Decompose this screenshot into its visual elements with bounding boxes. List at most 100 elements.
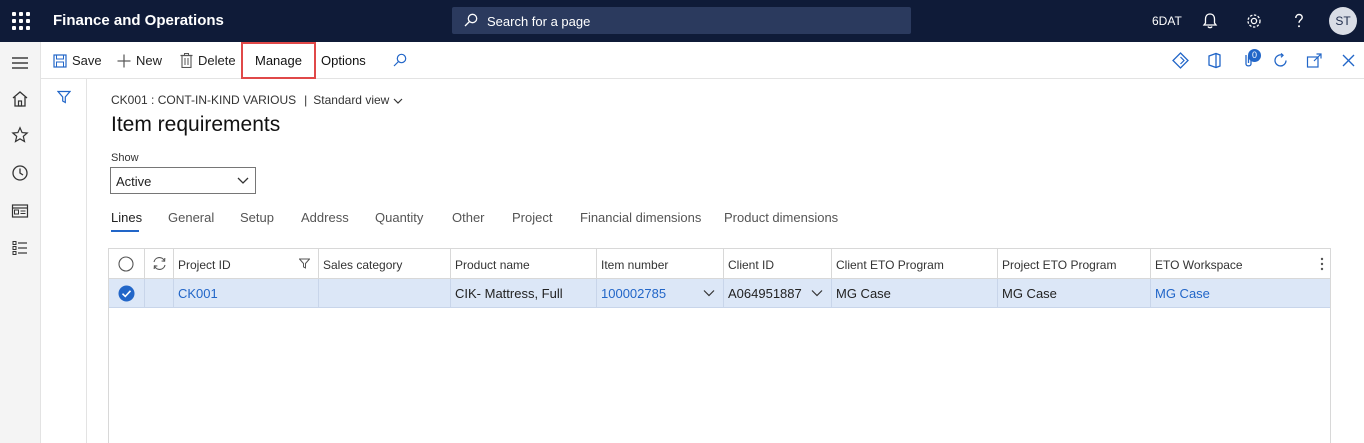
- column-filter-icon[interactable]: [299, 258, 310, 269]
- sync-icon[interactable]: [152, 256, 167, 271]
- home-icon[interactable]: [11, 90, 29, 108]
- column-label: Client ETO Program: [836, 258, 944, 272]
- action-pane: Save New Delete Manage Options: [41, 42, 1364, 79]
- manage-tab[interactable]: Manage: [255, 42, 302, 79]
- power-apps-icon[interactable]: [1172, 52, 1189, 69]
- column-header-client-eto-program[interactable]: Client ETO Program: [832, 249, 998, 279]
- save-button[interactable]: Save: [53, 42, 102, 79]
- column-label: ETO Workspace: [1155, 258, 1243, 272]
- select-all-column[interactable]: [109, 249, 145, 279]
- close-icon[interactable]: [1340, 52, 1357, 69]
- cell-item-number[interactable]: 100002785: [597, 279, 724, 308]
- chevron-down-icon[interactable]: [703, 289, 715, 297]
- cell-eto-workspace[interactable]: MG Case: [1151, 279, 1330, 308]
- app-title[interactable]: Finance and Operations: [53, 12, 224, 29]
- page-title: Item requirements: [111, 113, 281, 136]
- column-header-product-name[interactable]: Product name: [451, 249, 597, 279]
- cell-client-id[interactable]: A064951887: [724, 279, 832, 308]
- breadcrumb-record: CK001 : CONT-IN-KIND VARIOUS: [111, 93, 297, 107]
- gear-icon[interactable]: [1244, 11, 1264, 31]
- save-label: Save: [72, 53, 102, 68]
- cell-project-id[interactable]: CK001: [174, 279, 319, 308]
- delete-button[interactable]: Delete: [180, 42, 236, 79]
- app-launcher-icon[interactable]: [12, 12, 30, 30]
- cell-project-eto-program[interactable]: MG Case: [998, 279, 1151, 308]
- breadcrumb-separator: |: [304, 93, 308, 107]
- refresh-column[interactable]: [145, 249, 174, 279]
- active-tab-indicator: [111, 230, 139, 232]
- search-icon: [464, 13, 478, 27]
- search-input[interactable]: Search for a page: [452, 7, 911, 34]
- cell-sales-category[interactable]: [319, 279, 451, 308]
- column-header-project-eto-program[interactable]: Project ETO Program: [998, 249, 1151, 279]
- breadcrumb: CK001 : CONT-IN-KIND VARIOUS | Standard vi…: [111, 93, 403, 107]
- attachments-count-badge: 0: [1248, 49, 1261, 62]
- column-label: Project ETO Program: [1002, 258, 1117, 272]
- client-eto-program-value: MG Case: [836, 286, 891, 301]
- show-select[interactable]: Active: [110, 167, 256, 194]
- show-select-value: Active: [116, 174, 152, 189]
- more-options-icon[interactable]: [1320, 257, 1324, 271]
- view-selector[interactable]: Standard view: [313, 93, 389, 107]
- tab-general[interactable]: General: [168, 210, 214, 225]
- new-button[interactable]: New: [117, 42, 162, 79]
- top-navigation-bar: Finance and Operations Search for a page…: [0, 0, 1364, 42]
- column-label: Project ID: [178, 258, 231, 272]
- bell-icon[interactable]: [1200, 11, 1220, 31]
- column-header-item-number[interactable]: Item number: [597, 249, 724, 279]
- item-requirements-grid: Project ID Sales category Product name I…: [108, 248, 1331, 443]
- save-icon: [53, 53, 67, 68]
- refresh-icon[interactable]: [1272, 52, 1289, 69]
- filter-icon[interactable]: [57, 90, 71, 104]
- action-search-icon[interactable]: [393, 53, 407, 67]
- tab-product-dimensions[interactable]: Product dimensions: [724, 210, 838, 225]
- tab-lines[interactable]: Lines: [111, 210, 142, 225]
- project-id-link[interactable]: CK001: [178, 286, 218, 301]
- chevron-down-icon[interactable]: [393, 97, 403, 105]
- cell-product-name[interactable]: CIK- Mattress, Full: [451, 279, 597, 308]
- new-label: New: [136, 53, 163, 68]
- tab-address[interactable]: Address: [301, 210, 349, 225]
- delete-label: Delete: [198, 53, 236, 68]
- product-name-value: CIK- Mattress, Full: [455, 286, 563, 301]
- item-number-link[interactable]: 100002785: [601, 286, 666, 301]
- workspaces-icon[interactable]: [11, 202, 29, 220]
- checkmark-circle-icon[interactable]: [118, 285, 135, 302]
- options-tab[interactable]: Options: [321, 42, 366, 79]
- cell-client-eto-program[interactable]: MG Case: [832, 279, 998, 308]
- column-header-client-id[interactable]: Client ID: [724, 249, 832, 279]
- filter-pane: [41, 79, 87, 443]
- office-icon[interactable]: [1206, 52, 1223, 69]
- modules-list-icon[interactable]: [11, 239, 29, 257]
- column-header-project-id[interactable]: Project ID: [174, 249, 319, 279]
- tab-quantity[interactable]: Quantity: [375, 210, 423, 225]
- hamburger-menu-icon[interactable]: [11, 54, 29, 72]
- grid-header: Project ID Sales category Product name I…: [109, 249, 1330, 279]
- trash-icon: [180, 53, 193, 68]
- row-status-cell: [145, 279, 174, 308]
- tab-other[interactable]: Other: [452, 210, 485, 225]
- tab-financial-dimensions[interactable]: Financial dimensions: [580, 210, 701, 225]
- column-label: Sales category: [323, 258, 403, 272]
- recent-clock-icon[interactable]: [11, 164, 29, 182]
- show-label: Show: [111, 152, 139, 164]
- tab-project[interactable]: Project: [512, 210, 552, 225]
- user-avatar[interactable]: ST: [1329, 7, 1357, 35]
- chevron-down-icon[interactable]: [811, 289, 823, 297]
- select-all-checkbox-icon[interactable]: [118, 256, 134, 272]
- table-row[interactable]: CK001 CIK- Mattress, Full 100002785 A064…: [109, 279, 1330, 308]
- eto-workspace-link[interactable]: MG Case: [1155, 286, 1210, 301]
- plus-icon: [117, 54, 131, 67]
- star-icon[interactable]: [11, 126, 29, 144]
- open-in-new-window-icon[interactable]: [1306, 52, 1323, 69]
- project-eto-program-value: MG Case: [1002, 286, 1057, 301]
- help-icon[interactable]: [1289, 11, 1309, 31]
- navigation-rail: [0, 42, 41, 443]
- row-select-cell[interactable]: [109, 279, 145, 308]
- column-header-eto-workspace[interactable]: ETO Workspace: [1151, 249, 1330, 279]
- company-picker[interactable]: 6DAT: [1152, 14, 1182, 28]
- column-header-sales-category[interactable]: Sales category: [319, 249, 451, 279]
- tab-setup[interactable]: Setup: [240, 210, 274, 225]
- search-placeholder: Search for a page: [487, 14, 591, 29]
- column-label: Client ID: [728, 258, 775, 272]
